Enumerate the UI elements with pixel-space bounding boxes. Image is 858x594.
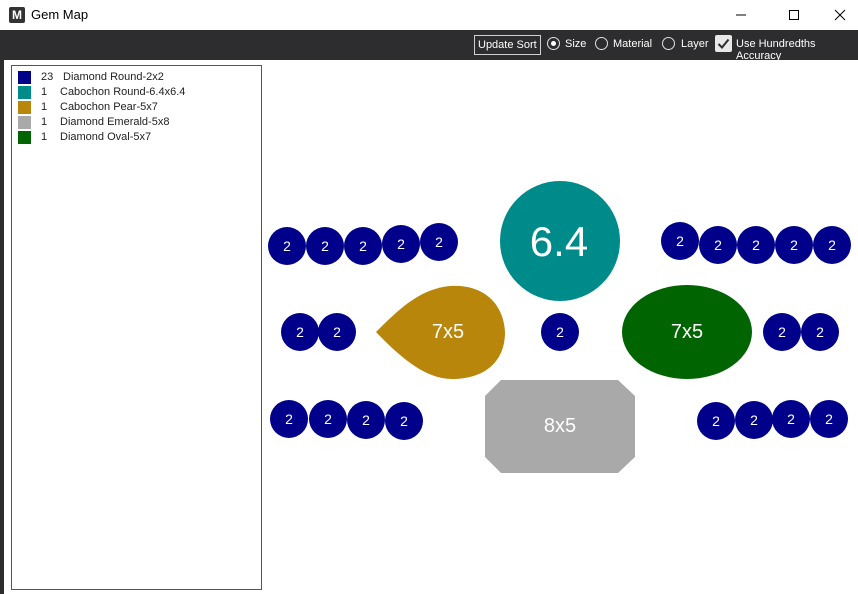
maximize-icon [789, 10, 799, 20]
legend-name: Cabochon Round-6.4x6.4 [60, 86, 186, 98]
legend-name: Cabochon Pear-5x7 [60, 101, 158, 113]
gem-label: 6.4 [530, 218, 588, 265]
gem-label: 2 [397, 236, 405, 252]
gem-label: 2 [778, 324, 786, 340]
close-button[interactable] [817, 0, 858, 30]
maximize-button[interactable] [771, 0, 817, 30]
legend-count: 1 [41, 131, 48, 143]
material-radio[interactable] [595, 37, 608, 50]
gem-label: 2 [712, 413, 720, 429]
legend-swatch [18, 71, 31, 84]
gem-label: 2 [556, 324, 564, 340]
gem-label: 2 [750, 412, 758, 428]
legend-swatch [18, 116, 31, 129]
title-bar: M Gem Map [0, 0, 858, 30]
size-radio[interactable] [547, 37, 560, 50]
minimize-icon [736, 14, 746, 16]
gem-label: 2 [790, 237, 798, 253]
gem-label: 2 [825, 411, 833, 427]
gem-map-canvas: 2 2 2 2 2 2 2 2 2 2 2 2 2 2 2 2 2 2 2 2 2 2 2 6.4 7x5 7x5 8x5 [268, 181, 851, 473]
legend-name: Diamond Round-2x2 [63, 71, 164, 83]
gem-label: 2 [816, 324, 824, 340]
legend-name: Diamond Emerald-5x8 [60, 116, 170, 128]
layer-label: Layer [681, 38, 709, 50]
app-logo-icon: M [9, 7, 25, 23]
gem-label: 2 [435, 234, 443, 250]
legend-swatch [18, 86, 31, 99]
layer-radio[interactable] [662, 37, 675, 50]
checkmark-icon [717, 38, 730, 49]
legend-panel: 23 Diamond Round-2x2 1 Cabochon Round-6.… [11, 65, 262, 590]
gem-label: 7x5 [432, 321, 464, 343]
hundredths-label: Use Hundredths Accuracy [736, 38, 816, 62]
close-icon [834, 9, 846, 21]
toolbar: Update Sort Size Material Layer Use Hund… [0, 30, 858, 62]
legend-swatch [18, 131, 31, 144]
hundredths-checkbox[interactable] [715, 35, 732, 52]
gem-label: 2 [285, 411, 293, 427]
legend-count: 23 [41, 71, 54, 83]
window-title: Gem Map [31, 7, 89, 22]
gem-label: 2 [676, 233, 684, 249]
gem-label: 2 [714, 237, 722, 253]
size-label: Size [565, 38, 587, 50]
material-label: Material [613, 38, 653, 50]
update-sort-button[interactable]: Update Sort [474, 35, 541, 55]
gem-label: 8x5 [544, 415, 576, 437]
legend-count: 1 [41, 86, 48, 98]
gem-label: 2 [787, 411, 795, 427]
legend-count: 1 [41, 116, 48, 128]
gem-label: 7x5 [671, 321, 703, 343]
gem-label: 2 [828, 237, 836, 253]
legend-count: 1 [41, 101, 48, 113]
gem-label: 2 [321, 238, 329, 254]
gem-label: 2 [400, 413, 408, 429]
minimize-button[interactable] [718, 0, 764, 30]
gem-label: 2 [296, 324, 304, 340]
gem-label: 2 [283, 238, 291, 254]
gem-label: 2 [752, 237, 760, 253]
window-edge [0, 60, 4, 594]
gem-label: 2 [359, 238, 367, 254]
legend-name: Diamond Oval-5x7 [60, 131, 152, 143]
legend-swatch [18, 101, 31, 114]
gem-label: 2 [333, 324, 341, 340]
gem-label: 2 [324, 411, 332, 427]
gem-label: 2 [362, 412, 370, 428]
